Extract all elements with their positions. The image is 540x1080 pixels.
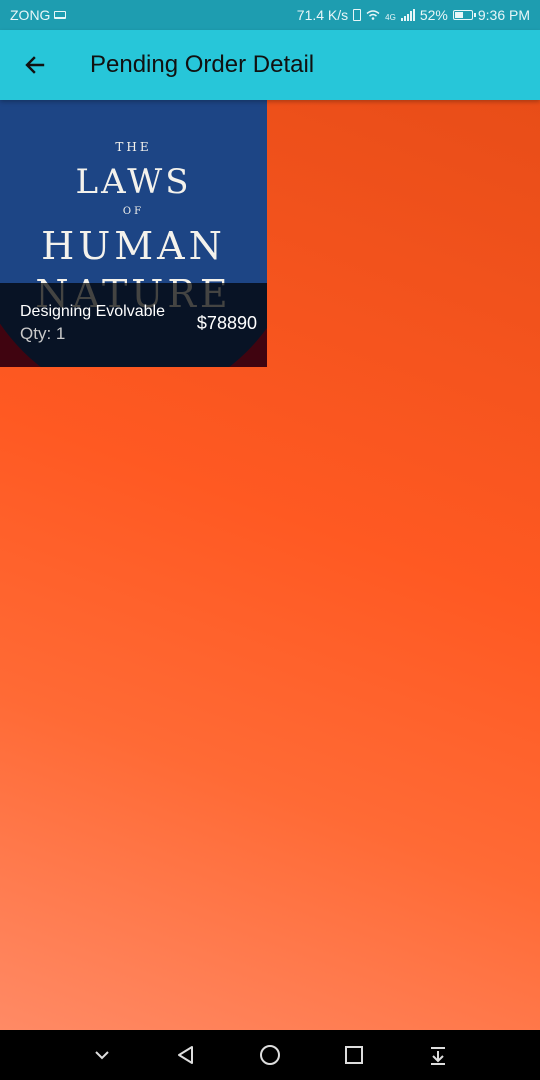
order-content: THE LAWS OF HUMAN NATURE Designing Evolv… bbox=[0, 100, 540, 1030]
laptop-icon bbox=[54, 11, 67, 19]
item-quantity: Qty: 1 bbox=[20, 324, 66, 343]
nav-notification-button[interactable] bbox=[423, 1040, 453, 1070]
cover-text-laws: LAWS bbox=[75, 162, 192, 202]
hide-nav-button[interactable] bbox=[87, 1040, 117, 1070]
item-price: $78890 bbox=[196, 313, 257, 333]
item-name: Designing Evolvable bbox=[20, 303, 165, 320]
order-item-tile[interactable]: THE LAWS OF HUMAN NATURE Designing Evolv… bbox=[0, 100, 267, 367]
page-title: Pending Order Detail bbox=[90, 51, 315, 78]
home-circle-icon bbox=[260, 1045, 280, 1065]
status-left: ZONG bbox=[10, 7, 67, 23]
network-type: 4G bbox=[385, 13, 396, 22]
cover-text-of: OF bbox=[122, 206, 145, 217]
app-bar: Pending Order Detail bbox=[0, 30, 540, 100]
cover-text-the: THE bbox=[115, 140, 152, 154]
clock: 9:36 PM bbox=[477, 7, 530, 23]
arrow-left-icon bbox=[25, 56, 45, 74]
back-button[interactable] bbox=[0, 30, 70, 100]
status-bar: ZONG 71.4 K/s 4G 52% 9:36 PM bbox=[0, 0, 540, 30]
battery-percent: 52% bbox=[419, 7, 448, 23]
network-speed: 71.4 K/s bbox=[296, 7, 349, 23]
battery-icon bbox=[452, 10, 476, 20]
back-triangle-icon bbox=[178, 1046, 193, 1064]
notification-pull-icon bbox=[431, 1047, 445, 1065]
cover-text-human: HUMAN bbox=[41, 224, 226, 268]
nav-home-button[interactable] bbox=[255, 1040, 285, 1070]
signal-icon bbox=[400, 9, 415, 21]
tile-footer: Designing Evolvable Qty: 1 $78890 bbox=[0, 283, 267, 367]
carrier-label: ZONG bbox=[10, 7, 51, 23]
status-right: 71.4 K/s 4G 52% 9:36 PM bbox=[297, 7, 530, 23]
battery-fill bbox=[454, 12, 463, 18]
nav-back-button[interactable] bbox=[171, 1040, 201, 1070]
wifi-icon bbox=[366, 10, 380, 20]
chevron-down-icon bbox=[95, 1051, 109, 1060]
nav-recents-button[interactable] bbox=[339, 1040, 369, 1070]
recents-square-icon bbox=[345, 1046, 363, 1064]
system-nav-bar bbox=[0, 1030, 540, 1080]
vibrate-icon bbox=[353, 9, 362, 21]
